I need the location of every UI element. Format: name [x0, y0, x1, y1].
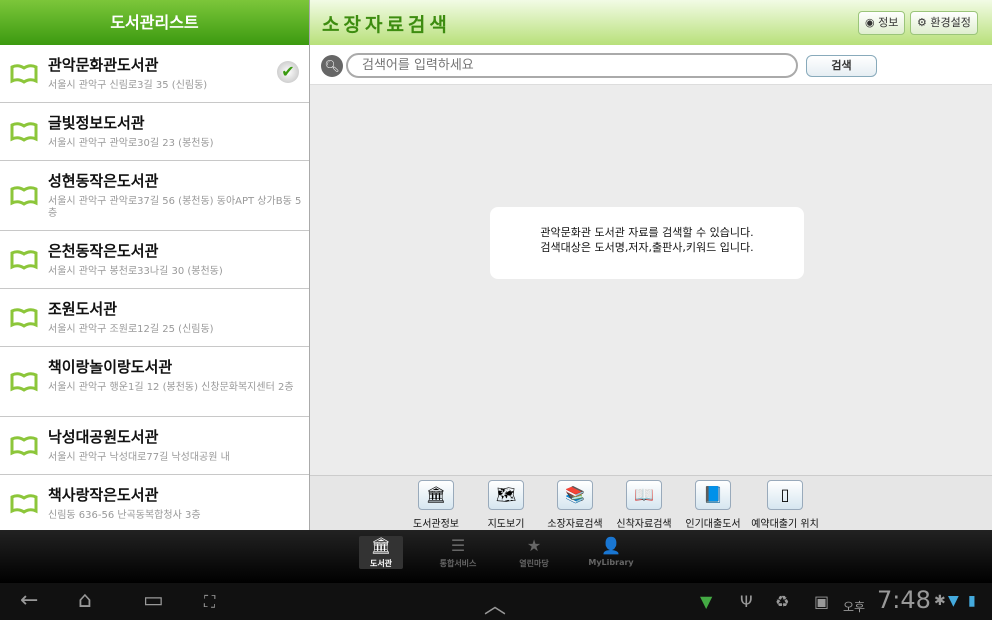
library-name: 조원도서관: [48, 300, 118, 318]
library-address: 서울시 관악구 관악로30길 23 (봉천동): [48, 138, 214, 149]
tab-icon: ☰: [450, 536, 466, 555]
library-name: 관악문화관도서관: [48, 56, 159, 74]
recent-apps-icon[interactable]: ▭: [143, 588, 164, 613]
library-list-item[interactable]: 낙성대공원도서관 서울시 관악구 낙성대로77길 낙성대공원 내: [0, 417, 309, 475]
library-name: 책이랑놀이랑도서관: [48, 358, 173, 376]
library-list-panel: 도서관리스트 관악문화관도서관 서울시 관악구 신림로3길 35 (신림동) ✔ …: [0, 0, 310, 533]
library-list-item[interactable]: 조원도서관 서울시 관악구 조원로12길 25 (신림동): [0, 289, 309, 347]
book-icon: [10, 185, 38, 206]
new-book-icon: 📖: [626, 480, 662, 510]
screenshot-icon[interactable]: ⛶: [204, 592, 215, 612]
library-name: 책사랑작은도서관: [48, 486, 159, 504]
search-icon[interactable]: 🔍︎: [321, 55, 343, 77]
tool-map[interactable]: 🗺 지도보기: [466, 480, 546, 530]
library-list-item[interactable]: 글빛정보도서관 서울시 관악구 관악로30길 23 (봉천동): [0, 103, 309, 161]
results-area: 관악문화관 도서관 자료를 검색할 수 있습니다. 검색대상은 도서명,저자,출…: [310, 85, 992, 475]
tab-icon: 🏛: [370, 536, 392, 555]
book-icon: [10, 121, 38, 142]
library-name: 성현동작은도서관: [48, 172, 159, 190]
tool-library[interactable]: 🏛 도서관정보: [396, 480, 476, 530]
clock: 7:48: [877, 586, 931, 614]
library-address: 서울시 관악구 신림로3길 35 (신림동): [48, 80, 208, 91]
library-list-item[interactable]: 책이랑놀이랑도서관 서울시 관악구 행운1길 12 (봉천동) 신창문화복지센터…: [0, 347, 309, 417]
tab-0[interactable]: 🏛 도서관: [359, 536, 403, 569]
system-bar: ← ⌂ ▭ ⛶ ︿ ▼ Ψ ♻ ▣ 오후 7:48 ✱ ▼ ▮: [0, 583, 992, 620]
battery-icon: ▮: [968, 593, 976, 609]
tool-kiosk[interactable]: ▯ 예약대출기 위치: [745, 480, 825, 530]
tool-popular-book[interactable]: 📘 인기대출도서: [673, 480, 753, 530]
library-name: 낙성대공원도서관: [48, 428, 159, 446]
book-icon: [10, 371, 38, 392]
books-search-icon: 📚: [557, 480, 593, 510]
gear-icon: ⚙: [917, 16, 931, 29]
library-list-title: 도서관리스트: [0, 0, 309, 45]
book-icon: [10, 435, 38, 456]
recycle-icon: ♻: [775, 592, 790, 611]
bluetooth-icon: ✱: [934, 593, 946, 609]
library-address: 서울시 관악구 낙성대로77길 낙성대공원 내: [48, 452, 230, 463]
header: 소장자료검색 ◉ 정보 ⚙ 환경설정: [310, 0, 992, 45]
library-icon: 🏛: [418, 480, 454, 510]
home-icon[interactable]: ⌂: [78, 588, 92, 613]
eye-icon: ◉: [865, 16, 879, 29]
tab-icon: ★: [526, 536, 542, 555]
library-address: 서울시 관악구 관악로37길 56 (봉천동) 동아APT 상가B동 5층: [48, 196, 302, 219]
ampm: 오후: [843, 600, 866, 614]
library-name: 은천동작은도서관: [48, 242, 159, 260]
settings-button[interactable]: ⚙ 환경설정: [910, 11, 978, 35]
popular-book-icon: 📘: [695, 480, 731, 510]
android-icon: ▣: [814, 592, 830, 611]
kiosk-icon: ▯: [767, 480, 803, 510]
book-icon: [10, 307, 38, 328]
search-button[interactable]: 검색: [806, 55, 877, 77]
tab-3[interactable]: 👤 MyLibrary: [581, 536, 641, 567]
tool-new-book[interactable]: 📖 신착자료검색: [604, 480, 684, 530]
library-address: 서울시 관악구 행운1길 12 (봉천동) 신창문화복지센터 2층: [48, 382, 294, 393]
library-address: 서울시 관악구 조원로12길 25 (신림동): [48, 324, 214, 335]
book-icon: [10, 63, 38, 84]
tab-icon: 👤: [601, 536, 621, 555]
library-name: 글빛정보도서관: [48, 114, 145, 132]
search-bar: 🔍︎ 검색: [310, 45, 992, 85]
library-list-item[interactable]: 은천동작은도서관 서울시 관악구 봉천로33나길 30 (봉천동): [0, 231, 309, 289]
page-title: 소장자료검색: [322, 14, 451, 36]
map-icon: 🗺: [488, 480, 524, 510]
library-address: 서울시 관악구 봉천로33나길 30 (봉천동): [48, 266, 223, 277]
usb-icon: Ψ: [740, 592, 753, 611]
library-list-item[interactable]: 책사랑작은도서관 신림동 636-56 난곡동복합청사 3층: [0, 475, 309, 533]
library-list-item[interactable]: 성현동작은도서관 서울시 관악구 관악로37길 56 (봉천동) 동아APT 상…: [0, 161, 309, 231]
bottom-tabs: 🏛 도서관 ☰ 통합서비스 ★ 열린마당 👤 MyLibrary: [0, 530, 992, 583]
info-message: 관악문화관 도서관 자료를 검색할 수 있습니다. 검색대상은 도서명,저자,출…: [490, 207, 804, 279]
check-icon: ✔: [277, 61, 299, 83]
chevron-up-icon[interactable]: ︿: [484, 588, 506, 620]
search-input[interactable]: [346, 53, 798, 78]
tool-books-search[interactable]: 📚 소장자료검색: [535, 480, 615, 530]
wifi-icon: ▼: [948, 593, 959, 609]
library-list-item[interactable]: 관악문화관도서관 서울시 관악구 신림로3길 35 (신림동) ✔: [0, 45, 309, 103]
notification-icon: ▼: [700, 592, 713, 611]
tab-2[interactable]: ★ 열린마당: [504, 536, 564, 569]
tool-bar: 🏛 도서관정보 🗺 지도보기 📚 소장자료검색 📖 신착자료검색 📘 인기대출도서 ▯ 예약대출기 위…: [310, 475, 992, 530]
library-address: 신림동 636-56 난곡동복합청사 3층: [48, 510, 201, 521]
book-icon: [10, 249, 38, 270]
tab-1[interactable]: ☰ 통합서비스: [428, 536, 488, 569]
info-button[interactable]: ◉ 정보: [858, 11, 906, 35]
back-icon[interactable]: ←: [20, 588, 38, 613]
book-icon: [10, 493, 38, 514]
